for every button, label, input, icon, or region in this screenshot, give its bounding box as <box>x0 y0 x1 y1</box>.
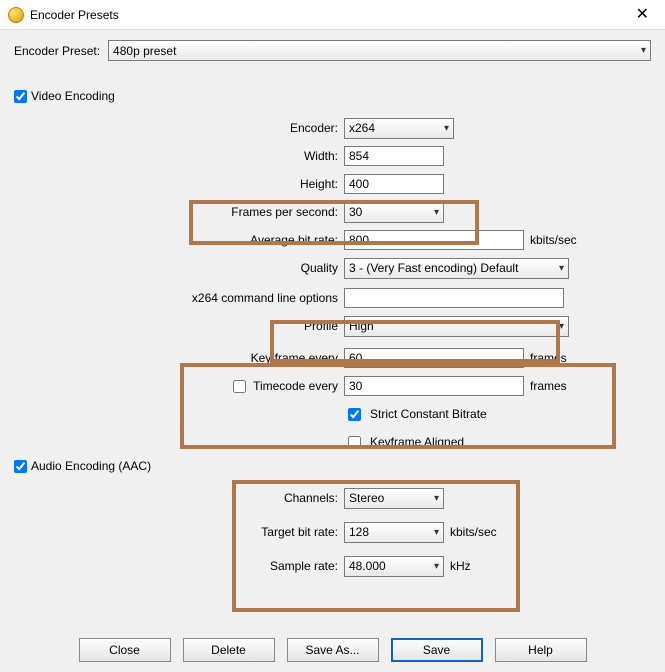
titlebar: Encoder Presets ✕ <box>0 0 665 30</box>
channels-label: Channels: <box>34 491 344 505</box>
timecode-input[interactable] <box>344 376 524 396</box>
close-button[interactable]: Close <box>79 638 171 662</box>
timecode-label: Timecode every <box>253 379 338 393</box>
width-label: Width: <box>34 149 344 163</box>
encoder-preset-value: 480p preset <box>113 44 176 58</box>
keyframe-input[interactable] <box>344 348 524 368</box>
cmd-label: x264 command line options <box>34 291 344 305</box>
fps-value: 30 <box>349 205 362 219</box>
sample-rate-value: 48.000 <box>349 559 386 573</box>
timecode-unit: frames <box>530 379 567 393</box>
app-icon <box>8 7 24 23</box>
window-title: Encoder Presets <box>30 8 628 22</box>
strict-cbr-checkbox[interactable] <box>348 408 361 421</box>
chevron-down-icon: ▾ <box>434 493 439 504</box>
height-label: Height: <box>34 177 344 191</box>
encoder-select[interactable]: x264 ▾ <box>344 118 454 139</box>
chevron-down-icon: ▾ <box>559 263 564 274</box>
keyframe-aligned-label: Keyframe Aligned <box>370 435 464 449</box>
delete-button[interactable]: Delete <box>183 638 275 662</box>
target-bitrate-label: Target bit rate: <box>34 525 344 539</box>
encoder-preset-label: Encoder Preset: <box>14 44 100 58</box>
save-button[interactable]: Save <box>391 638 483 662</box>
keyframe-unit: frames <box>530 351 567 365</box>
audio-encoding-checkbox[interactable] <box>14 460 27 473</box>
strict-cbr-label: Strict Constant Bitrate <box>370 407 487 421</box>
channels-value: Stereo <box>349 491 384 505</box>
width-input[interactable] <box>344 146 444 166</box>
cmd-input[interactable] <box>344 288 564 308</box>
height-input[interactable] <box>344 174 444 194</box>
sample-rate-select[interactable]: 48.000 ▾ <box>344 556 444 577</box>
profile-value: High <box>349 319 374 333</box>
chevron-down-icon: ▾ <box>444 123 449 134</box>
quality-label: Quality <box>34 261 344 275</box>
avg-bitrate-unit: kbits/sec <box>530 233 577 247</box>
video-encoding-checkbox[interactable] <box>14 90 27 103</box>
target-bitrate-value: 128 <box>349 525 369 539</box>
profile-label: Profile <box>34 319 344 333</box>
chevron-down-icon: ▾ <box>641 45 646 56</box>
save-as-button[interactable]: Save As... <box>287 638 379 662</box>
profile-select[interactable]: High ▾ <box>344 316 569 337</box>
quality-value: 3 - (Very Fast encoding) Default <box>349 261 518 275</box>
chevron-down-icon: ▾ <box>434 527 439 538</box>
timecode-checkbox[interactable] <box>233 380 246 393</box>
encoder-preset-select[interactable]: 480p preset ▾ <box>108 40 651 61</box>
keyframe-label: Key frame every <box>34 351 344 365</box>
avg-bitrate-input[interactable] <box>344 230 524 250</box>
encoder-value: x264 <box>349 121 375 135</box>
close-icon[interactable]: ✕ <box>628 7 657 23</box>
fps-select[interactable]: 30 ▾ <box>344 202 444 223</box>
chevron-down-icon: ▾ <box>434 561 439 572</box>
avg-bitrate-label: Average bit rate: <box>34 233 344 247</box>
keyframe-aligned-checkbox[interactable] <box>348 436 361 449</box>
sample-rate-label: Sample rate: <box>34 559 344 573</box>
audio-encoding-label: Audio Encoding (AAC) <box>31 459 151 473</box>
target-bitrate-unit: kbits/sec <box>450 525 497 539</box>
sample-rate-unit: kHz <box>450 559 471 573</box>
video-encoding-label: Video Encoding <box>31 89 115 103</box>
quality-select[interactable]: 3 - (Very Fast encoding) Default ▾ <box>344 258 569 279</box>
fps-label: Frames per second: <box>34 205 344 219</box>
encoder-label: Encoder: <box>34 121 344 135</box>
target-bitrate-select[interactable]: 128 ▾ <box>344 522 444 543</box>
chevron-down-icon: ▾ <box>559 321 564 332</box>
chevron-down-icon: ▾ <box>434 207 439 218</box>
help-button[interactable]: Help <box>495 638 587 662</box>
channels-select[interactable]: Stereo ▾ <box>344 488 444 509</box>
